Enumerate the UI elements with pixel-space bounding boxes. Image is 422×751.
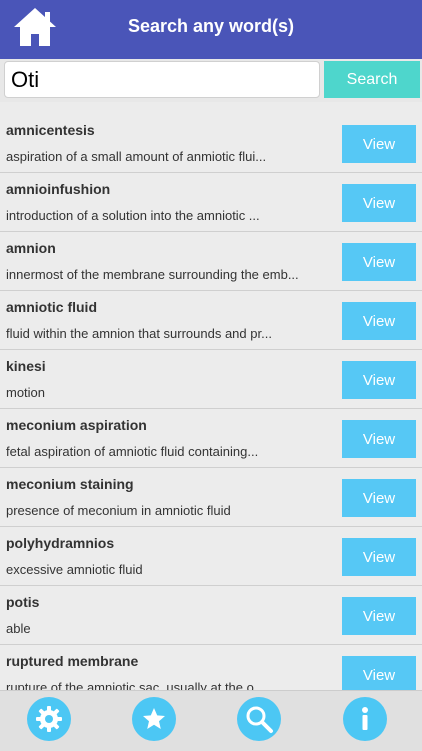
item-definition: motion (6, 385, 46, 400)
item-term: polyhydramnios (6, 535, 115, 551)
search-button[interactable]: Search (324, 61, 420, 98)
item-definition: excessive amniotic fluid (6, 562, 143, 577)
item-definition: rupture of the amniotic sac, usually at … (6, 680, 265, 690)
view-button[interactable]: View (342, 302, 416, 340)
item-term: meconium staining (6, 476, 134, 492)
results-list: amnicentesis aspiration of a small amoun… (0, 114, 422, 690)
tab-bar (0, 690, 422, 751)
info-tab[interactable] (343, 697, 387, 741)
list-item: amnicentesis aspiration of a small amoun… (0, 114, 422, 173)
search-input[interactable] (4, 61, 320, 98)
list-item: polyhydramnios excessive amniotic fluid … (0, 527, 422, 586)
list-item: meconium staining presence of meconium i… (0, 468, 422, 527)
item-term: amnioinfushion (6, 181, 111, 197)
search-tab[interactable] (237, 697, 281, 741)
gear-icon (36, 706, 62, 732)
item-term: meconium aspiration (6, 417, 147, 433)
item-definition: fetal aspiration of amniotic fluid conta… (6, 444, 259, 459)
item-term: potis (6, 594, 40, 610)
list-item: kinesi motion View (0, 350, 422, 409)
list-item: amnion innermost of the membrane surroun… (0, 232, 422, 291)
list-item: amnioinfushion introduction of a solutio… (0, 173, 422, 232)
view-button[interactable]: View (342, 656, 416, 690)
search-icon (246, 706, 273, 733)
info-icon (362, 707, 368, 730)
item-definition: aspiration of a small amount of anmiotic… (6, 149, 267, 164)
view-button[interactable]: View (342, 538, 416, 576)
search-bar: Search (0, 59, 422, 102)
item-term: amnicentesis (6, 122, 95, 138)
page-title: Search any word(s) (127, 16, 295, 36)
settings-tab[interactable] (27, 697, 71, 741)
view-button[interactable]: View (342, 125, 416, 163)
view-button[interactable]: View (342, 420, 416, 458)
item-definition: presence of meconium in amniotic fluid (6, 503, 231, 518)
app-header: Search any word(s) (0, 0, 422, 59)
view-button[interactable]: View (342, 479, 416, 517)
view-button[interactable]: View (342, 361, 416, 399)
item-definition: introduction of a solution into the amni… (6, 208, 260, 223)
star-icon (143, 708, 165, 729)
view-button[interactable]: View (342, 243, 416, 281)
list-item: meconium aspiration fetal aspiration of … (0, 409, 422, 468)
list-item: potis able View (0, 586, 422, 645)
item-term: ruptured membrane (6, 653, 139, 669)
favorites-tab[interactable] (132, 697, 176, 741)
list-item: amniotic fluid fluid within the amnion t… (0, 291, 422, 350)
item-term: amnion (6, 240, 56, 256)
item-term: kinesi (6, 358, 46, 374)
view-button[interactable]: View (342, 597, 416, 635)
item-definition: able (6, 621, 31, 636)
item-definition: innermost of the membrane surrounding th… (6, 267, 299, 282)
item-definition: fluid within the amnion that surrounds a… (6, 326, 272, 341)
item-term: amniotic fluid (6, 299, 97, 315)
view-button[interactable]: View (342, 184, 416, 222)
list-item: ruptured membrane rupture of the amnioti… (0, 645, 422, 690)
